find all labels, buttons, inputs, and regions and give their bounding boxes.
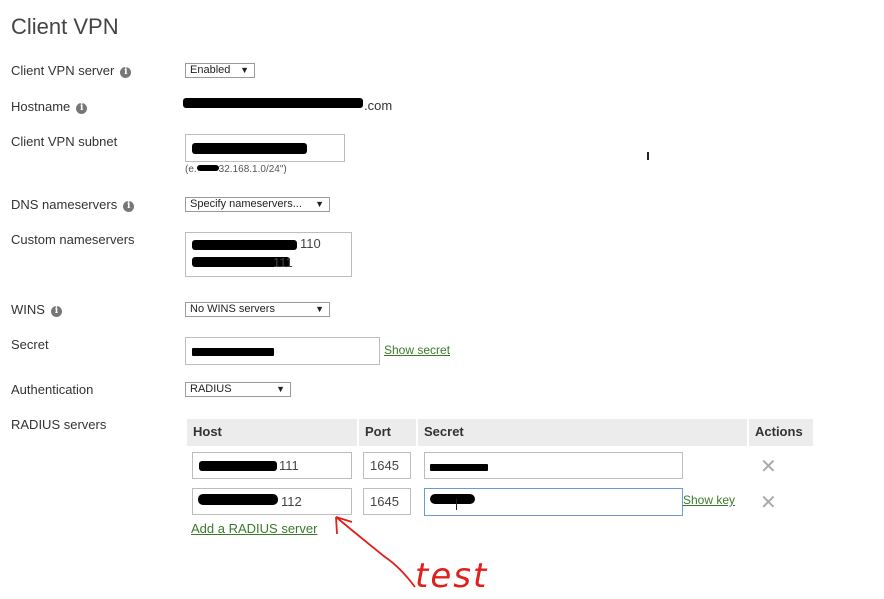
info-icon[interactable]: i [123, 201, 135, 212]
text-cursor [647, 152, 649, 160]
chevron-down-icon: ▼ [240, 65, 249, 75]
page-title: Client VPN [11, 14, 119, 39]
redaction-mark [430, 494, 475, 504]
show-key-link[interactable]: Show key [683, 493, 735, 507]
text-cursor [456, 499, 457, 510]
info-icon[interactable]: i [50, 306, 62, 317]
secret-label: Secret [11, 337, 49, 352]
annotation-text: test [415, 556, 489, 596]
subnet-input[interactable] [185, 134, 345, 162]
client-vpn-server-label: Client VPN server i [11, 63, 132, 78]
info-icon[interactable]: i [76, 103, 88, 114]
column-header-secret: Secret [418, 419, 747, 446]
redaction-mark [192, 143, 307, 154]
wins-select[interactable]: No WINS servers ▼ [185, 302, 330, 317]
radius-secret-input[interactable] [424, 452, 683, 479]
close-icon[interactable]: ✕ [760, 454, 777, 478]
column-header-actions: Actions [749, 419, 813, 446]
hostname-value: .com [364, 98, 393, 113]
hostname-label: Hostname i [11, 99, 88, 114]
column-header-port: Port [359, 419, 416, 446]
radius-port-input[interactable]: 1645 [363, 452, 411, 479]
redaction-mark [198, 494, 278, 505]
chevron-down-icon: ▼ [315, 199, 324, 209]
authentication-label: Authentication [11, 382, 94, 397]
radius-servers-label: RADIUS servers [11, 417, 107, 432]
radius-port-input[interactable]: 1645 [363, 488, 411, 515]
redaction-mark [183, 98, 363, 108]
authentication-select[interactable]: RADIUS ▼ [185, 382, 291, 397]
redaction-mark [430, 464, 488, 471]
dns-nameservers-label: DNS nameservers i [11, 197, 135, 212]
radius-host-input[interactable]: 112 [192, 488, 352, 515]
custom-nameservers-label: Custom nameservers [11, 232, 135, 247]
custom-nameservers-textarea[interactable]: 110 111 [185, 232, 352, 277]
wins-label: WINS i [11, 302, 62, 317]
info-icon[interactable]: i [120, 67, 132, 78]
redaction-mark [199, 461, 277, 471]
redaction-mark [192, 348, 274, 356]
close-icon[interactable]: ✕ [760, 490, 777, 514]
client-vpn-server-select[interactable]: Enabled ▼ [185, 63, 255, 78]
client-vpn-subnet-label: Client VPN subnet [11, 134, 118, 149]
redaction-mark [196, 165, 219, 171]
secret-input[interactable] [185, 337, 380, 365]
subnet-hint: (e. 32.168.1.0/24") [185, 164, 287, 175]
chevron-down-icon: ▼ [315, 304, 324, 314]
radius-host-input[interactable]: 111 [192, 452, 352, 479]
show-secret-link[interactable]: Show secret [384, 343, 450, 357]
chevron-down-icon: ▼ [276, 384, 285, 394]
column-header-host: Host [187, 419, 357, 446]
add-radius-server-link[interactable]: Add a RADIUS server [191, 521, 317, 536]
dns-nameservers-select[interactable]: Specify nameservers... ▼ [185, 197, 330, 212]
redaction-mark [192, 240, 297, 250]
